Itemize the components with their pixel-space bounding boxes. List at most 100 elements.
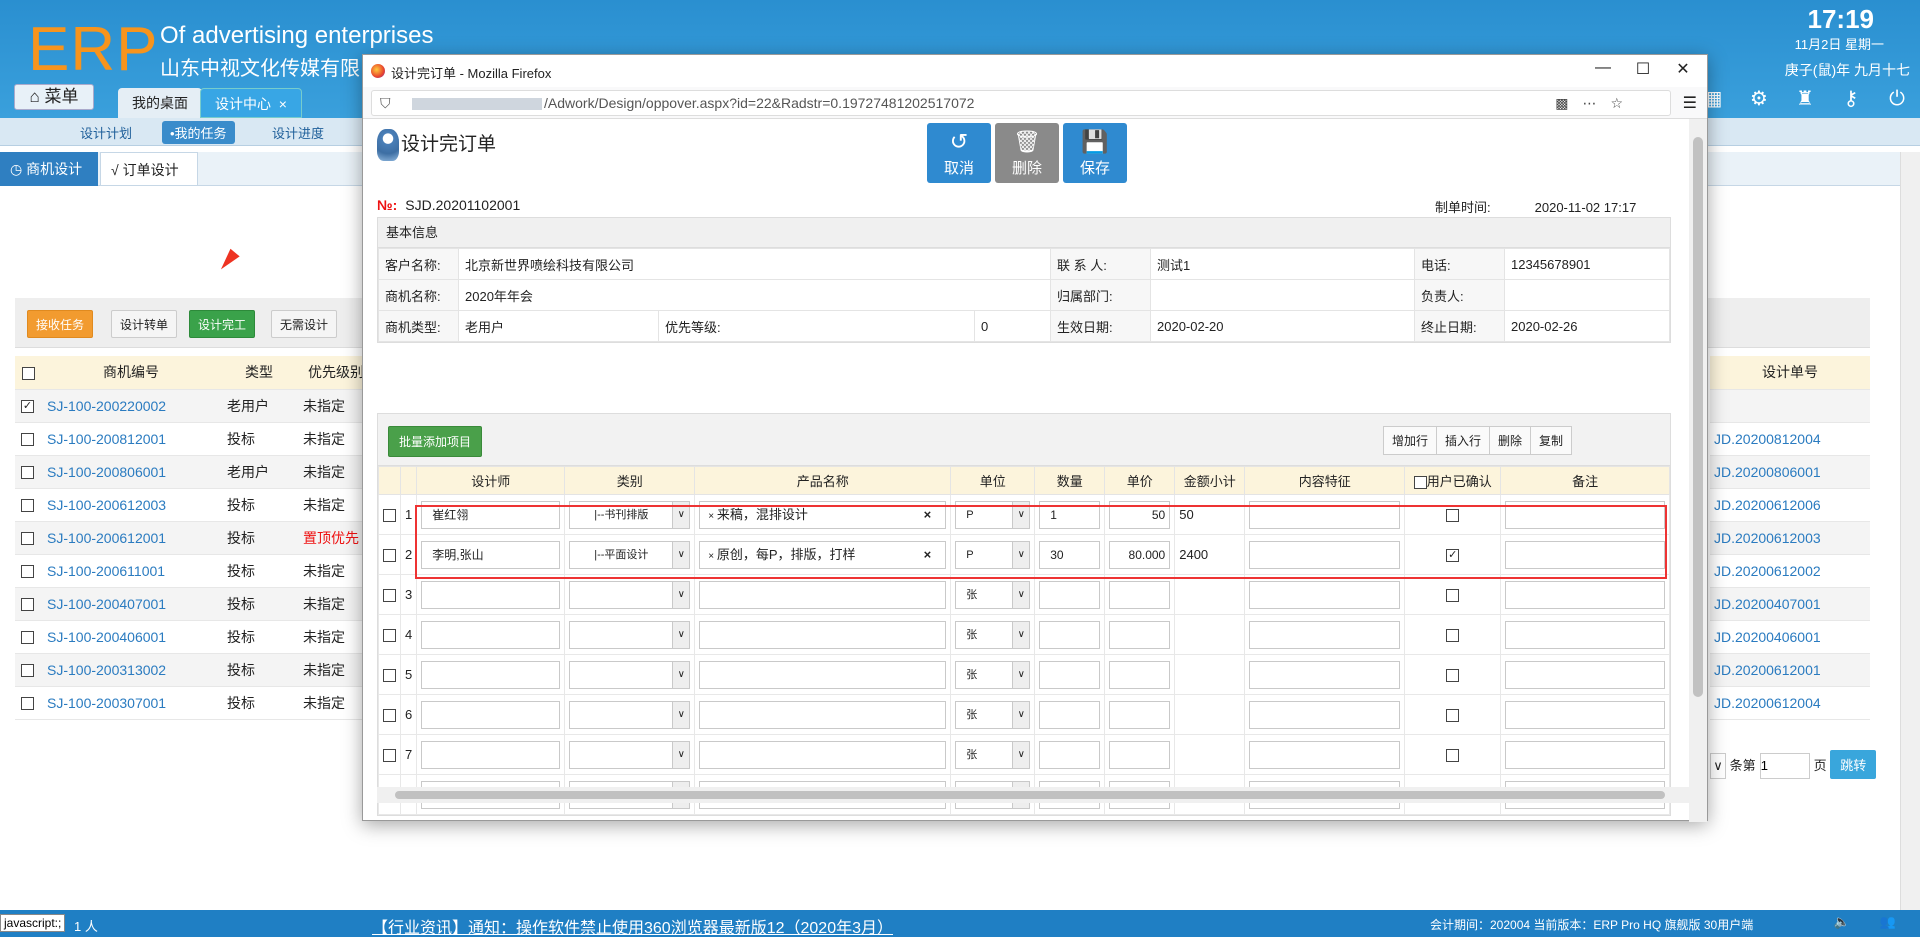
opp-number-link[interactable]: SJ-100-200812001 bbox=[41, 422, 221, 456]
receive-task-button[interactable]: 接收任务 bbox=[27, 310, 94, 338]
price-input[interactable] bbox=[1109, 620, 1171, 649]
row-select-checkbox[interactable] bbox=[378, 614, 401, 655]
row-checkbox[interactable] bbox=[15, 488, 41, 522]
confirmed-checkbox[interactable] bbox=[1404, 654, 1502, 695]
table-row[interactable]: SJ-100-200407001 投标 未指定 bbox=[15, 587, 375, 621]
category-select[interactable] bbox=[569, 660, 691, 689]
content-textarea[interactable] bbox=[1249, 660, 1401, 689]
cancel-button[interactable]: ↺ 取消 bbox=[927, 123, 991, 183]
opp-number-link[interactable]: SJ-100-200307001 bbox=[41, 686, 221, 720]
table-row[interactable]: SJ-100-200611001 投标 未指定 bbox=[15, 554, 375, 588]
row-select-checkbox[interactable] bbox=[378, 494, 401, 535]
close-icon[interactable]: × bbox=[279, 96, 287, 112]
design-number-link[interactable]: JD.20200812004 bbox=[1710, 422, 1870, 456]
price-input[interactable] bbox=[1109, 740, 1171, 769]
minimize-button[interactable]: — bbox=[1583, 59, 1623, 77]
row-checkbox[interactable] bbox=[15, 620, 41, 654]
table-row[interactable]: ✓ SJ-100-200220002 老用户 未指定 bbox=[15, 389, 375, 423]
content-textarea[interactable] bbox=[1249, 700, 1401, 729]
bookmark-star-icon[interactable]: ☆ bbox=[1610, 95, 1637, 111]
window-close-button[interactable]: ✕ bbox=[1663, 59, 1703, 79]
category-select[interactable] bbox=[569, 740, 691, 769]
tab-desktop[interactable]: 我的桌面 bbox=[118, 88, 202, 118]
row-checkbox[interactable] bbox=[15, 554, 41, 588]
row-select-checkbox[interactable] bbox=[378, 534, 401, 575]
menu-button[interactable]: ⌂ 菜单 bbox=[14, 84, 94, 110]
confirmed-checkbox[interactable] bbox=[1404, 614, 1502, 655]
opp-number-link[interactable]: SJ-100-200220002 bbox=[41, 389, 221, 423]
category-select[interactable] bbox=[569, 580, 691, 609]
remark-textarea[interactable] bbox=[1505, 660, 1665, 689]
batch-add-button[interactable]: 批量添加项目 bbox=[388, 426, 483, 457]
unit-select[interactable]: 张 bbox=[955, 740, 1031, 769]
table-row[interactable]: SJ-100-200313002 投标 未指定 bbox=[15, 653, 375, 687]
designer-input[interactable] bbox=[421, 700, 561, 729]
vertical-scroll-thumb[interactable] bbox=[1693, 137, 1703, 697]
row-checkbox[interactable] bbox=[15, 455, 41, 489]
save-button[interactable]: 💾 保存 bbox=[1063, 123, 1127, 183]
opp-number-link[interactable]: SJ-100-200806001 bbox=[41, 455, 221, 489]
opp-number-link[interactable]: SJ-100-200407001 bbox=[41, 587, 221, 621]
content-textarea[interactable] bbox=[1249, 620, 1401, 649]
remark-textarea[interactable] bbox=[1505, 580, 1665, 609]
category-select[interactable] bbox=[569, 700, 691, 729]
subnav-design-progress[interactable]: 设计进度 bbox=[272, 123, 324, 142]
delete-button[interactable]: 🗑 删除 bbox=[995, 123, 1059, 183]
qty-input[interactable] bbox=[1039, 660, 1101, 689]
subnav-my-tasks[interactable]: •我的任务 bbox=[162, 121, 235, 144]
content-textarea[interactable] bbox=[1249, 580, 1401, 609]
power-icon[interactable]: ⏻ bbox=[1884, 86, 1910, 112]
maximize-button[interactable]: ☐ bbox=[1623, 59, 1663, 79]
qty-input[interactable] bbox=[1039, 700, 1101, 729]
subnav-design-plan[interactable]: 设计计划 bbox=[80, 123, 132, 142]
row-select-checkbox[interactable] bbox=[378, 654, 401, 695]
design-number-link[interactable]: JD.20200612001 bbox=[1710, 653, 1870, 687]
qr-icon[interactable]: ▩ bbox=[1555, 95, 1582, 111]
insert-row-button[interactable]: 插入行 bbox=[1435, 426, 1490, 455]
tab-design-center[interactable]: 设计中心 × bbox=[200, 88, 302, 118]
product-input[interactable] bbox=[699, 580, 947, 609]
designer-input[interactable] bbox=[421, 580, 561, 609]
shirt-icon[interactable]: ♜ bbox=[1792, 86, 1818, 112]
opp-number-link[interactable]: SJ-100-200313002 bbox=[41, 653, 221, 687]
users-icon[interactable]: 👥 bbox=[1880, 914, 1896, 930]
unit-select[interactable]: 张 bbox=[955, 580, 1031, 609]
table-row[interactable]: SJ-100-200612001 投标 置顶优先 bbox=[15, 521, 375, 555]
select-all-checkbox[interactable] bbox=[15, 356, 41, 390]
row-checkbox[interactable] bbox=[15, 686, 41, 720]
tab-order-design[interactable]: √ 订单设计 bbox=[100, 152, 198, 186]
design-number-link[interactable] bbox=[1710, 389, 1870, 423]
no-design-button[interactable]: 无需设计 bbox=[271, 310, 338, 338]
key-icon[interactable]: ⚷ bbox=[1838, 86, 1864, 112]
remark-textarea[interactable] bbox=[1505, 740, 1665, 769]
hamburger-menu-icon[interactable]: ☰ bbox=[1683, 93, 1697, 113]
row-checkbox[interactable] bbox=[15, 422, 41, 456]
confirmed-checkbox[interactable] bbox=[1404, 734, 1502, 775]
row-select-checkbox[interactable] bbox=[378, 694, 401, 735]
designer-input[interactable] bbox=[421, 740, 561, 769]
page-size-select[interactable]: ∨ bbox=[1710, 753, 1726, 779]
design-number-link[interactable]: JD.20200806001 bbox=[1710, 455, 1870, 489]
page-scrollbar[interactable] bbox=[1900, 152, 1920, 910]
qty-input[interactable] bbox=[1039, 740, 1101, 769]
designer-input[interactable] bbox=[421, 620, 561, 649]
remark-textarea[interactable] bbox=[1505, 620, 1665, 649]
design-number-link[interactable]: JD.20200612002 bbox=[1710, 554, 1870, 588]
table-row[interactable]: SJ-100-200307001 投标 未指定 bbox=[15, 686, 375, 720]
opp-number-link[interactable]: SJ-100-200611001 bbox=[41, 554, 221, 588]
jump-button[interactable]: 跳转 bbox=[1830, 750, 1877, 779]
address-field[interactable]: ⛉ /Adwork/Design/oppover.aspx?id=22&Rads… bbox=[371, 90, 1671, 116]
row-checkbox[interactable]: ✓ bbox=[15, 389, 41, 423]
design-number-link[interactable]: JD.20200406001 bbox=[1710, 620, 1870, 654]
price-input[interactable] bbox=[1109, 700, 1171, 729]
table-row[interactable]: SJ-100-200406001 投标 未指定 bbox=[15, 620, 375, 654]
product-input[interactable] bbox=[699, 700, 947, 729]
product-input[interactable] bbox=[699, 740, 947, 769]
design-number-link[interactable]: JD.20200407001 bbox=[1710, 587, 1870, 621]
confirmed-checkbox[interactable] bbox=[1404, 574, 1502, 615]
horizontal-scroll-thumb[interactable] bbox=[395, 791, 1665, 799]
product-input[interactable] bbox=[699, 660, 947, 689]
opp-number-link[interactable]: SJ-100-200612001 bbox=[41, 521, 221, 555]
price-input[interactable] bbox=[1109, 580, 1171, 609]
category-select[interactable] bbox=[569, 620, 691, 649]
